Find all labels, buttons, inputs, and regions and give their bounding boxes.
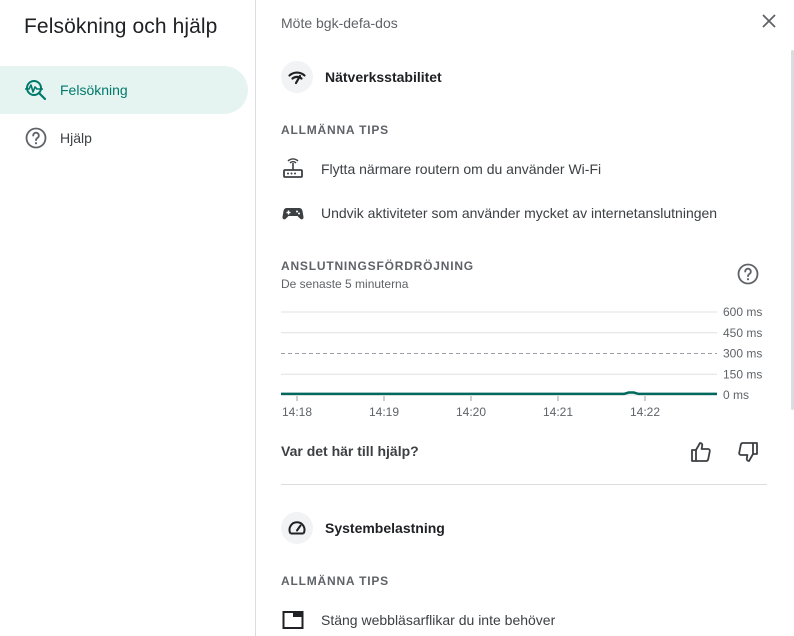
thumbs-up-icon bbox=[691, 442, 711, 462]
y-tick-label: 450 ms bbox=[723, 326, 762, 340]
sidebar-item-troubleshooting[interactable]: Felsökning bbox=[0, 66, 248, 114]
close-icon bbox=[762, 14, 776, 28]
system-tips-heading: ALLMÄNNA TIPS bbox=[281, 574, 389, 588]
y-tick-label: 300 ms bbox=[723, 347, 762, 361]
latency-chart: 600 ms 450 ms 300 ms 150 ms 0 ms 14:18 14:19 14… bbox=[281, 304, 767, 422]
close-button[interactable] bbox=[757, 9, 781, 33]
thumbs-down-button[interactable] bbox=[733, 437, 763, 467]
network-section-title: Nätverksstabilitet bbox=[325, 69, 442, 85]
main-panel: Möte bgk-defa-dos Nätverksstabilitet ALL… bbox=[257, 0, 794, 636]
help-circle-icon bbox=[737, 263, 759, 285]
y-tick-label: 600 ms bbox=[723, 305, 762, 319]
tip-text: Stäng webbläsarflikar du inte behöver bbox=[321, 612, 556, 628]
help-circle-icon bbox=[24, 126, 48, 150]
system-section-title: Systembelastning bbox=[325, 520, 445, 536]
router-icon bbox=[281, 157, 305, 181]
troubleshoot-icon bbox=[24, 78, 48, 102]
divider bbox=[281, 484, 767, 485]
thumbs-up-button[interactable] bbox=[686, 437, 716, 467]
x-tick-label: 14:22 bbox=[630, 405, 660, 419]
x-tick-label: 14:21 bbox=[543, 405, 573, 419]
x-tick-label: 14:20 bbox=[456, 405, 486, 419]
latency-series-line bbox=[281, 391, 717, 396]
network-speed-icon bbox=[281, 61, 313, 93]
sidebar: Felsökning och hjälp Felsökning Hjälp bbox=[0, 0, 256, 636]
x-tick-label: 14:19 bbox=[369, 405, 399, 419]
thumbs-down-icon bbox=[738, 442, 758, 462]
y-tick-label: 150 ms bbox=[723, 367, 762, 381]
gamepad-icon bbox=[281, 201, 305, 225]
tip-text: Undvik aktiviteter som använder mycket a… bbox=[321, 205, 718, 221]
tip-text: Flytta närmare routern om du använder Wi… bbox=[321, 161, 602, 177]
sidebar-item-label: Hjälp bbox=[60, 130, 92, 146]
network-tips-heading: ALLMÄNNA TIPS bbox=[281, 123, 389, 137]
meeting-label: Möte bgk-defa-dos bbox=[281, 15, 398, 31]
gauge-icon bbox=[281, 512, 313, 544]
sidebar-title: Felsökning och hjälp bbox=[24, 15, 218, 38]
tip-item: Flytta närmare routern om du använder Wi… bbox=[281, 157, 601, 181]
latency-heading: ANSLUTNINGSFÖRDRÖJNING bbox=[281, 259, 474, 273]
system-section-header: Systembelastning bbox=[281, 512, 445, 544]
latency-chart-svg: 600 ms 450 ms 300 ms 150 ms 0 ms 14:18 14:19 14… bbox=[281, 305, 762, 419]
network-section-header: Nätverksstabilitet bbox=[281, 61, 442, 93]
latency-subtitle: De senaste 5 minuterna bbox=[281, 277, 409, 291]
x-tick-label: 14:18 bbox=[282, 405, 312, 419]
feedback-question: Var det här till hjälp? bbox=[281, 443, 419, 459]
tip-item: Stäng webbläsarflikar du inte behöver bbox=[281, 608, 555, 632]
sidebar-item-label: Felsökning bbox=[60, 82, 128, 98]
latency-help-button[interactable] bbox=[735, 261, 761, 287]
tip-item: Undvik aktiviteter som använder mycket a… bbox=[281, 201, 717, 225]
browser-tab-icon bbox=[281, 608, 305, 632]
y-tick-label: 0 ms bbox=[723, 388, 749, 402]
sidebar-item-help[interactable]: Hjälp bbox=[0, 114, 248, 162]
